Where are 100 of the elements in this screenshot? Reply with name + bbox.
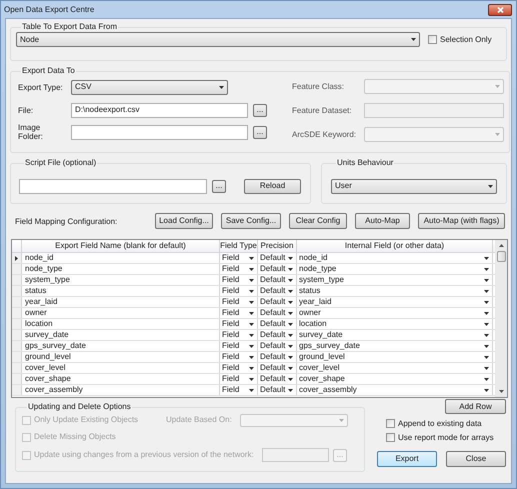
- field-type-dropdown[interactable]: Field: [220, 385, 258, 395]
- table-cell[interactable]: node_type: [22, 264, 220, 274]
- table-cell[interactable]: node_id: [22, 253, 220, 263]
- precision-dropdown[interactable]: Default: [258, 341, 297, 351]
- table-cell[interactable]: cover_level: [22, 363, 220, 373]
- table-cell[interactable]: system_type: [22, 275, 220, 285]
- scroll-down-icon[interactable]: [498, 390, 504, 393]
- dialog-button[interactable]: Export: [377, 451, 437, 467]
- field-type-dropdown[interactable]: Field: [220, 341, 258, 351]
- table-cell[interactable]: survey_date: [22, 330, 220, 340]
- field-label: Image Folder:: [18, 123, 44, 141]
- browse-button[interactable]: ...: [212, 180, 226, 192]
- table-cell[interactable]: gps_survey_date: [22, 341, 220, 351]
- table-cell[interactable]: ground_level: [22, 352, 220, 362]
- field-type-dropdown[interactable]: Field: [220, 363, 258, 373]
- field-type-dropdown[interactable]: Field: [220, 275, 258, 285]
- field-type-dropdown[interactable]: Field: [220, 330, 258, 340]
- caret-icon: [288, 278, 293, 282]
- caret-icon: [484, 388, 489, 392]
- field-type-dropdown[interactable]: Field: [220, 264, 258, 274]
- config-button[interactable]: Clear Config: [289, 213, 347, 229]
- row-header[interactable]: [12, 253, 22, 263]
- caret-icon: [288, 268, 293, 270]
- reload-button[interactable]: Reload: [244, 178, 301, 194]
- precision-dropdown[interactable]: Default: [258, 264, 297, 274]
- table-cell[interactable]: location: [22, 319, 220, 329]
- precision-dropdown[interactable]: Default: [258, 275, 297, 285]
- scroll-thumb[interactable]: [496, 251, 506, 262]
- internal-field-dropdown[interactable]: cover_shape: [297, 374, 493, 384]
- table-cell[interactable]: cover_assembly: [22, 385, 220, 395]
- group-title: Updating and Delete Options: [27, 403, 132, 411]
- precision-dropdown[interactable]: Default: [258, 286, 297, 296]
- units-dropdown[interactable]: User: [331, 178, 497, 194]
- caret-icon: [339, 418, 344, 422]
- config-button[interactable]: Auto-Map (with flags): [418, 213, 505, 229]
- internal-field-dropdown[interactable]: ground_level: [297, 352, 493, 362]
- caret-icon: [484, 366, 489, 370]
- image-folder-field[interactable]: [71, 124, 248, 140]
- field-type-dropdown[interactable]: Field: [220, 308, 258, 318]
- internal-field-dropdown[interactable]: location: [297, 319, 493, 329]
- scrollbar[interactable]: [495, 240, 507, 397]
- precision-dropdown[interactable]: Default: [258, 319, 297, 329]
- precision-dropdown[interactable]: Default: [258, 308, 297, 318]
- dialog-button[interactable]: Close: [446, 451, 506, 467]
- internal-field-dropdown[interactable]: owner: [297, 308, 493, 318]
- column-header[interactable]: Internal Field (or other data): [297, 240, 493, 252]
- precision-dropdown[interactable]: Default: [258, 253, 297, 263]
- column-header[interactable]: Precision: [258, 240, 297, 252]
- checkbox[interactable]: [386, 419, 395, 428]
- internal-field-dropdown[interactable]: gps_survey_date: [297, 341, 493, 351]
- caret-icon: [219, 86, 224, 88]
- internal-field-dropdown[interactable]: system_type: [297, 275, 493, 285]
- checkbox[interactable]: [428, 35, 437, 44]
- internal-field-dropdown[interactable]: year_laid: [297, 297, 493, 307]
- config-button[interactable]: Load Config...: [155, 213, 213, 229]
- internal-field-dropdown[interactable]: node_type: [297, 264, 493, 274]
- field-label: Feature Dataset:: [292, 106, 353, 115]
- precision-dropdown[interactable]: Default: [258, 297, 297, 307]
- file-field[interactable]: D:\nodeexport.csv: [71, 102, 248, 118]
- export-type-dropdown[interactable]: CSV: [71, 80, 228, 94]
- checkbox[interactable]: [386, 433, 395, 442]
- field-type-dropdown[interactable]: Field: [220, 352, 258, 362]
- field-type-dropdown[interactable]: Field: [220, 374, 258, 384]
- internal-field-dropdown[interactable]: cover_level: [297, 363, 493, 373]
- precision-dropdown[interactable]: Default: [258, 363, 297, 373]
- browse-button[interactable]: ...: [253, 126, 267, 138]
- browse-button[interactable]: ...: [253, 104, 267, 116]
- field-type-dropdown[interactable]: Field: [220, 297, 258, 307]
- table-cell[interactable]: cover_shape: [22, 374, 220, 384]
- field-type-dropdown[interactable]: Field: [220, 286, 258, 296]
- precision-dropdown[interactable]: Default: [258, 385, 297, 395]
- column-header[interactable]: Field Type: [220, 240, 258, 252]
- internal-field-dropdown[interactable]: node_id: [297, 253, 493, 263]
- internal-field-dropdown[interactable]: survey_date: [297, 330, 493, 340]
- add-row-button[interactable]: Add Row: [445, 399, 506, 414]
- script-file-field[interactable]: [19, 178, 207, 194]
- internal-field-dropdown[interactable]: cover_assembly: [297, 385, 493, 395]
- field-type-dropdown[interactable]: Field: [220, 319, 258, 329]
- caret-icon: [484, 268, 489, 270]
- table-cell[interactable]: owner: [22, 308, 220, 318]
- caret-icon: [484, 278, 489, 282]
- version-field[interactable]: [262, 448, 329, 462]
- config-button[interactable]: Save Config...: [221, 213, 281, 229]
- table-cell[interactable]: year_laid: [22, 297, 220, 307]
- precision-dropdown[interactable]: Default: [258, 374, 297, 384]
- caret-icon: [288, 344, 293, 348]
- column-header[interactable]: Export Field Name (blank for default): [22, 240, 220, 252]
- table-cell[interactable]: status: [22, 286, 220, 296]
- group-title: Export Data To: [21, 67, 76, 75]
- table-dropdown[interactable]: Node: [16, 32, 420, 47]
- internal-field-dropdown[interactable]: status: [297, 286, 493, 296]
- close-button[interactable]: [488, 4, 512, 16]
- field-label: Field Mapping Configuration:: [15, 216, 118, 226]
- caret-icon: [495, 133, 500, 136]
- precision-dropdown[interactable]: Default: [258, 330, 297, 340]
- precision-dropdown[interactable]: Default: [258, 352, 297, 362]
- field-type-dropdown[interactable]: Field: [220, 253, 258, 263]
- config-button[interactable]: Auto-Map: [355, 213, 410, 229]
- scroll-up-icon[interactable]: [498, 244, 504, 247]
- caret-icon: [484, 256, 489, 260]
